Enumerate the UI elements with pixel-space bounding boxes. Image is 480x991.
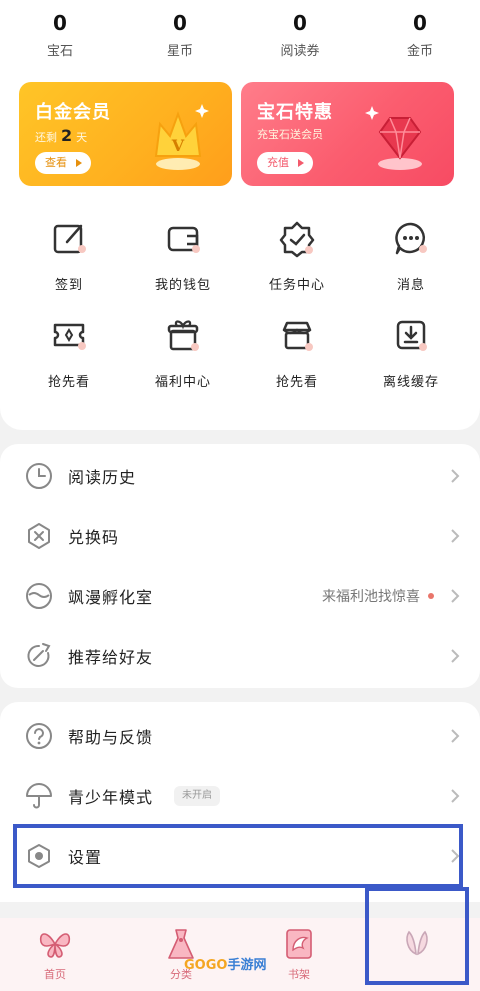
message-icon (395, 222, 427, 255)
gem-recharge-label: 充值 (267, 156, 289, 169)
edit-icon (53, 224, 86, 254)
stat-value: 0 (413, 11, 427, 35)
stat-value: 0 (293, 11, 307, 35)
grid-label: 任务中心 (268, 278, 325, 293)
chevron-right-icon (451, 529, 460, 543)
gem-title: 宝石特惠 (257, 102, 333, 123)
play-arrow-icon (298, 159, 304, 167)
stat-label: 星币 (166, 44, 193, 59)
watermark-suffix: 手游网 (227, 958, 267, 973)
menu-item-redeem-code[interactable]: 兑换码 (0, 506, 480, 566)
menu-item-label: 推荐给好友 (68, 648, 154, 667)
incubator-hint-text: 来福利池找惊喜 (322, 589, 420, 605)
task-badge-icon (279, 221, 315, 258)
tab-label: 首页 (44, 968, 66, 981)
profile-tab-highlight-frame (365, 887, 469, 985)
stat-label: 宝石 (46, 44, 73, 59)
book-wing-icon (286, 929, 312, 959)
wallet-icon (167, 226, 200, 253)
grid-label: 抢先看 (275, 375, 318, 390)
menu-item-label: 兑换码 (68, 528, 120, 547)
notification-dot (428, 593, 434, 599)
stat-value: 0 (53, 11, 67, 35)
grid-item-welfare-center[interactable]: 福利中心 (126, 315, 240, 412)
menu-item-label: 飒漫孵化室 (68, 588, 154, 607)
stat-gold-coins[interactable]: 0 金币 (360, 10, 480, 64)
menu-item-incubator[interactable]: 飒漫孵化室 来福利池找惊喜 (0, 566, 480, 626)
grid-item-offline-cache[interactable]: 离线缓存 (354, 315, 468, 412)
share-icon (27, 643, 51, 667)
menu-item-reading-history[interactable]: 阅读历史 (0, 446, 480, 506)
gem-recharge-button[interactable]: 充值 (257, 152, 313, 174)
vip-remaining-prefix: 还剩 (35, 131, 57, 144)
grid-label: 抢先看 (47, 375, 90, 390)
vip-remaining-days: 2 (61, 126, 73, 145)
vip-membership-card[interactable]: 白金会员 还剩 2 天 查看 V (19, 82, 232, 186)
clock-icon (26, 463, 52, 489)
gift-icon (167, 320, 199, 351)
vip-title: 白金会员 (35, 102, 111, 123)
menu-list-primary: 阅读历史 兑换码 飒漫孵化室 来福利池找惊喜 推荐给好友 (0, 444, 480, 688)
store-icon (282, 321, 313, 351)
incubator-icon (26, 583, 52, 609)
grid-item-task-center[interactable]: 任务中心 (240, 218, 354, 315)
incubator-hint: 来福利池找惊喜 (322, 586, 434, 606)
stats-row: 0 宝石 0 星币 0 阅读券 0 金币 (0, 10, 480, 64)
chevron-right-icon (451, 729, 460, 743)
grid-label: 离线缓存 (382, 375, 439, 390)
svg-text:V: V (171, 136, 185, 155)
feature-grid: 签到 我的钱包 任务中心 消息 抢先看 福利中心 抢先看 离线缓存 (12, 218, 468, 412)
gem-subtitle: 充宝石送会员 (257, 128, 323, 141)
gem-offer-card[interactable]: 宝石特惠 充宝石送会员 充值 (241, 82, 454, 186)
download-icon (396, 320, 427, 351)
stat-reading-tickets[interactable]: 0 阅读券 (240, 10, 360, 64)
help-icon (26, 723, 52, 749)
tab-category[interactable]: 分类 (146, 924, 216, 982)
account-panel: 0 宝石 0 星币 0 阅读券 0 金币 白金会员 还剩 2 天 查看 V 宝石特惠… (0, 0, 480, 430)
play-arrow-icon (76, 159, 82, 167)
watermark: GOGO手游网 (184, 954, 266, 973)
grid-label: 我的钱包 (154, 278, 211, 293)
stat-star-coins[interactable]: 0 星币 (120, 10, 240, 64)
crown-icon: V (154, 104, 209, 170)
grid-item-early-access[interactable]: 抢先看 (12, 315, 126, 412)
chevron-right-icon (451, 469, 460, 483)
watermark-brand: GOGO (184, 958, 228, 973)
grid-item-wallet[interactable]: 我的钱包 (126, 218, 240, 315)
chevron-right-icon (451, 789, 460, 803)
menu-item-teen-mode[interactable]: 青少年模式 未开启 (0, 766, 480, 826)
chevron-right-icon (451, 589, 460, 603)
grid-label: 消息 (396, 278, 425, 293)
menu-item-label: 阅读历史 (68, 468, 137, 487)
gem-icon (365, 106, 422, 170)
chevron-right-icon (451, 649, 460, 663)
grid-item-check-in[interactable]: 签到 (12, 218, 126, 315)
grid-item-early-access-store[interactable]: 抢先看 (240, 315, 354, 412)
grid-label: 签到 (54, 278, 83, 293)
tab-label: 书架 (288, 968, 310, 981)
menu-item-help-feedback[interactable]: 帮助与反馈 (0, 706, 480, 766)
stat-label: 金币 (406, 44, 433, 59)
grid-label: 福利中心 (154, 375, 211, 390)
teen-mode-status-badge: 未开启 (174, 786, 220, 806)
umbrella-icon (26, 783, 52, 809)
tab-bookshelf[interactable]: 书架 (264, 924, 334, 982)
ticket-icon (53, 323, 86, 350)
redeem-icon (28, 523, 50, 549)
menu-item-label: 帮助与反馈 (68, 728, 154, 747)
settings-highlight-frame (13, 824, 463, 888)
tab-home[interactable]: 首页 (20, 924, 90, 982)
vip-view-label: 查看 (45, 156, 67, 169)
menu-item-recommend-friends[interactable]: 推荐给好友 (0, 626, 480, 686)
vip-remaining-suffix: 天 (76, 131, 88, 144)
menu-item-label: 青少年模式 (68, 788, 154, 807)
butterfly-icon (39, 933, 71, 958)
vip-view-button[interactable]: 查看 (35, 152, 91, 174)
stat-label: 阅读券 (280, 44, 320, 59)
stat-gems[interactable]: 0 宝石 (0, 10, 120, 64)
grid-item-messages[interactable]: 消息 (354, 218, 468, 315)
vip-remaining: 还剩 2 天 (35, 126, 87, 145)
stat-value: 0 (173, 11, 187, 35)
